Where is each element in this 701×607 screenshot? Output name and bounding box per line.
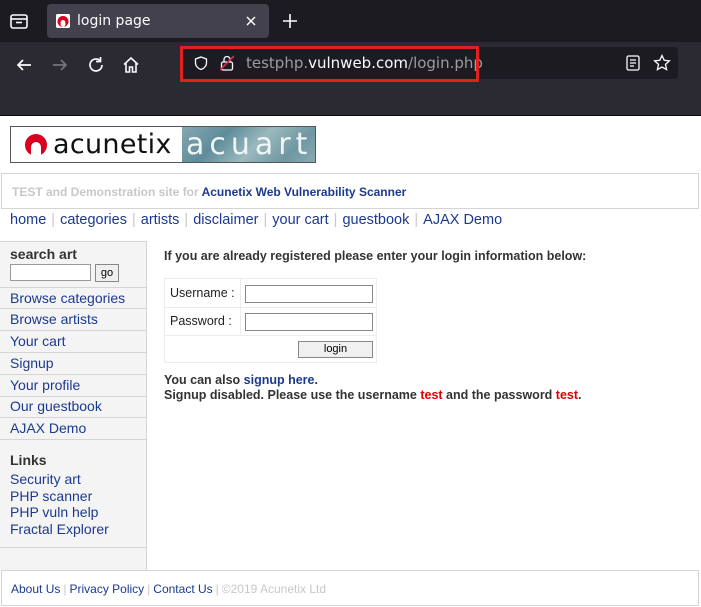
page-footer: About Us | Privacy Policy | Contact Us | ©2019… <box>1 570 699 606</box>
new-tab-icon[interactable] <box>280 11 300 31</box>
sidebar-item-your-profile[interactable]: Your profile <box>0 375 146 397</box>
browser-nav-bar: testphp.vulnweb.com/login.php <box>0 42 701 116</box>
url-highlight-box <box>180 46 479 82</box>
site-logo[interactable]: acunetix acuart <box>10 126 316 163</box>
nav-separator: | <box>51 212 56 228</box>
footer-about-us[interactable]: About Us <box>11 582 60 596</box>
password-label: Password : <box>170 314 232 328</box>
nav-separator: | <box>333 212 338 228</box>
forward-arrow-icon[interactable] <box>49 54 71 76</box>
sidebar-item-browse-categories[interactable]: Browse categories <box>0 287 146 309</box>
reader-view-icon[interactable] <box>626 55 640 71</box>
signup-here-link[interactable]: signup here <box>244 373 315 387</box>
acuart-text: acuart <box>186 127 313 162</box>
bookmark-star-icon[interactable] <box>653 53 671 72</box>
footer-separator: | <box>215 582 219 596</box>
footer-copyright: ©2019 Acunetix Ltd <box>221 582 327 596</box>
login-form: Username : Password : login <box>164 278 377 363</box>
nav-categories[interactable]: categories <box>60 212 127 228</box>
link-fractal-explorer[interactable]: Fractal Explorer <box>10 521 109 537</box>
username-label: Username : <box>170 286 235 300</box>
footer-contact-us[interactable]: Contact Us <box>153 582 212 596</box>
browser-tab-bar: login page <box>0 0 701 42</box>
site-subheader: TEST and Demonstration site for Acunetix… <box>1 173 699 209</box>
nav-separator: | <box>414 212 419 228</box>
sidebar-item-our-guestbook[interactable]: Our guestbook <box>0 396 146 418</box>
username-input[interactable] <box>245 285 373 303</box>
sidebar-item-signup[interactable]: Signup <box>0 353 146 375</box>
search-art-title: search art <box>10 246 77 262</box>
link-php-scanner[interactable]: PHP scanner <box>10 488 92 504</box>
form-divider <box>240 279 241 335</box>
signup-note: You can also signup here. <box>164 373 318 387</box>
username-hint: test <box>420 388 443 402</box>
links-title: Links <box>10 452 47 468</box>
footer-links: About Us | Privacy Policy | Contact Us | ©2019… <box>11 582 326 596</box>
sidebar-divider <box>0 547 146 548</box>
close-tab-icon[interactable] <box>243 13 259 29</box>
login-notes: You can also signup here. Signup disable… <box>164 373 694 403</box>
left-sidebar: search art go Browse categories Browse a… <box>0 241 147 571</box>
footer-separator: | <box>63 582 67 596</box>
subheader-text: TEST and Demonstration site for Acunetix… <box>12 185 407 199</box>
credentials-note: Signup disabled. Please use the username… <box>164 388 582 402</box>
nav-guestbook[interactable]: guestbook <box>342 212 409 228</box>
back-arrow-icon[interactable] <box>13 54 35 76</box>
tab-list-icon[interactable] <box>8 10 30 32</box>
nav-disclaimer[interactable]: disclaimer <box>193 212 258 228</box>
site-favicon-icon <box>56 14 70 28</box>
home-icon[interactable] <box>120 54 142 76</box>
nav-separator: | <box>263 212 268 228</box>
sidebar-item-ajax-demo[interactable]: AJAX Demo <box>0 418 146 440</box>
password-hint: test <box>555 388 579 402</box>
tab-title: login page <box>77 13 151 29</box>
nav-separator: | <box>184 212 189 228</box>
search-art-input[interactable] <box>10 264 91 281</box>
footer-separator: | <box>147 582 151 596</box>
reload-icon[interactable] <box>85 54 107 76</box>
sidebar-item-browse-artists[interactable]: Browse artists <box>0 309 146 331</box>
nav-home[interactable]: home <box>10 212 46 228</box>
nav-ajax-demo[interactable]: AJAX Demo <box>423 212 502 228</box>
login-button[interactable]: login <box>298 341 373 358</box>
main-content: If you are already registered please ent… <box>164 249 694 402</box>
footer-privacy-policy[interactable]: Privacy Policy <box>69 582 144 596</box>
top-navigation: home | categories | artists | disclaimer | your … <box>10 212 502 234</box>
acunetix-logo: acunetix <box>11 127 182 162</box>
link-php-vuln-help[interactable]: PHP vuln help <box>10 504 98 520</box>
logo-text: acunetix <box>53 129 172 160</box>
nav-artists[interactable]: artists <box>141 212 180 228</box>
password-input[interactable] <box>245 313 373 331</box>
form-divider <box>165 335 376 336</box>
acunetix-mark-icon <box>25 134 47 156</box>
scanner-link[interactable]: Acunetix Web Vulnerability Scanner <box>202 185 407 199</box>
nav-separator: | <box>131 212 136 228</box>
sidebar-item-your-cart[interactable]: Your cart <box>0 331 146 353</box>
search-go-button[interactable]: go <box>95 264 119 282</box>
active-tab[interactable]: login page <box>47 4 269 38</box>
nav-your-cart[interactable]: your cart <box>272 212 328 228</box>
link-security-art[interactable]: Security art <box>10 471 81 487</box>
acuart-banner: acuart <box>182 127 315 162</box>
web-page: acunetix acuart TEST and Demonstration s… <box>0 117 701 607</box>
form-divider <box>165 307 376 308</box>
login-intro-text: If you are already registered please ent… <box>164 249 587 263</box>
